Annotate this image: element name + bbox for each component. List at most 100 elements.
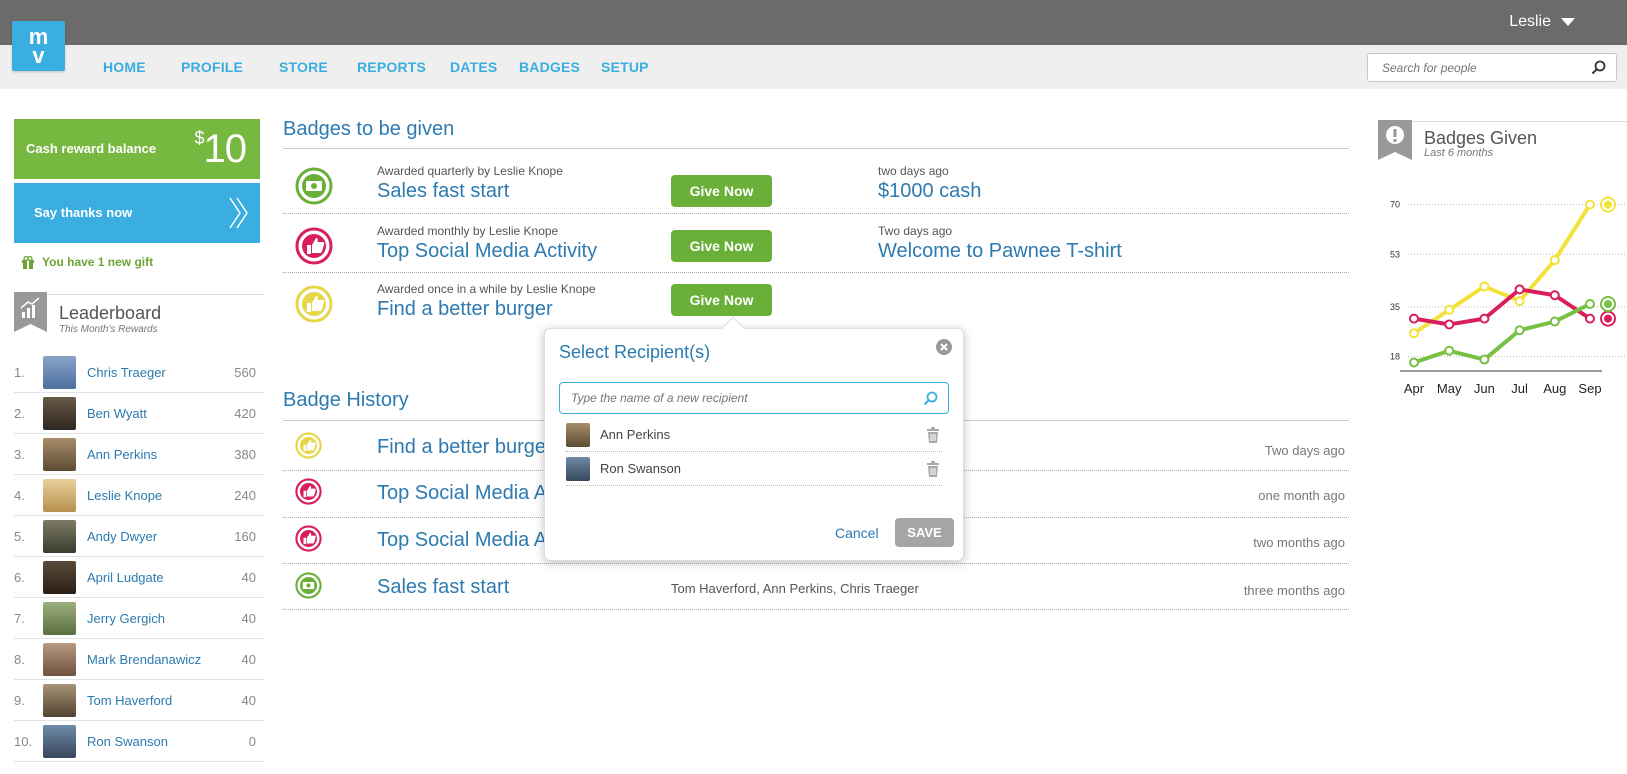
leader-name[interactable]: Leslie Knope [87, 488, 234, 503]
badges-given-subtitle: Last 6 months [1424, 147, 1494, 159]
search-icon[interactable] [1591, 60, 1606, 75]
leaderboard-row[interactable]: 1. Chris Traeger 560 [14, 352, 264, 393]
row-divider [283, 609, 1349, 610]
cancel-button[interactable]: Cancel [835, 525, 879, 541]
recipient-search-input[interactable] [560, 383, 910, 413]
data-point [1549, 316, 1560, 327]
history-time: one month ago [1258, 488, 1345, 503]
leaderboard-row[interactable]: 9. Tom Haverford 40 [14, 680, 264, 721]
leader-name[interactable]: Ron Swanson [87, 734, 249, 749]
nav-dates[interactable]: DATES [450, 59, 497, 75]
x-tick-label: Sep [1578, 381, 1601, 396]
badge-name[interactable]: Sales fast start [377, 180, 509, 203]
history-time: two months ago [1253, 535, 1345, 550]
reward-time: two days ago [878, 164, 949, 178]
give-now-button[interactable]: Give Now [671, 284, 772, 316]
leader-rank: 3. [14, 446, 25, 462]
history-time: three months ago [1243, 583, 1345, 598]
leader-score: 40 [241, 610, 256, 626]
people-search [1367, 53, 1617, 82]
gift-notice[interactable]: You have 1 new gift [22, 255, 153, 269]
burger-badge-icon [295, 285, 333, 323]
leaderboard-row[interactable]: 5. Andy Dwyer 160 [14, 516, 264, 557]
x-tick-label: Aug [1543, 381, 1566, 396]
data-point [1549, 290, 1560, 301]
history-time: Two days ago [1264, 443, 1345, 458]
leader-rank: 1. [14, 364, 25, 380]
leader-name[interactable]: Chris Traeger [87, 365, 234, 380]
leader-name[interactable]: April Ludgate [87, 570, 242, 585]
search-input[interactable] [1368, 54, 1578, 81]
leaderboard-row[interactable]: 4. Leslie Knope 240 [14, 475, 264, 516]
reward-name[interactable]: $1000 cash [878, 180, 981, 203]
leaderboard-row[interactable]: 8. Mark Brendanawicz 40 [14, 639, 264, 680]
row-divider [283, 213, 1349, 214]
data-point [1479, 313, 1490, 324]
nav-badges[interactable]: BADGES [519, 59, 580, 75]
leaderboard-row[interactable]: 2. Ben Wyatt 420 [14, 393, 264, 434]
cash-reward-label: Cash reward balance [26, 141, 157, 156]
popover-title: Select Recipient(s) [559, 342, 711, 362]
data-point [1479, 281, 1490, 292]
row-divider [283, 563, 1349, 564]
data-point [1585, 299, 1595, 309]
leader-score: 560 [234, 364, 256, 380]
trash-icon[interactable] [926, 426, 940, 443]
leader-name[interactable]: Andy Dwyer [87, 529, 234, 544]
history-badge-name[interactable]: Find a better burger [377, 436, 553, 459]
leader-score: 380 [234, 446, 256, 462]
leader-rank: 8. [14, 651, 25, 667]
y-tick-label: 53 [1390, 249, 1400, 259]
leaderboard-row[interactable]: 6. April Ludgate 40 [14, 557, 264, 598]
data-point [1514, 296, 1525, 307]
reward-name[interactable]: Welcome to Pawnee T-shirt [878, 240, 1122, 263]
give-now-button[interactable]: Give Now [671, 230, 772, 262]
give-now-button[interactable]: Give Now [671, 175, 772, 207]
leader-name[interactable]: Mark Brendanawicz [87, 652, 242, 667]
leader-name[interactable]: Ben Wyatt [87, 406, 234, 421]
badge-awarded-by: Awarded quarterly by Leslie Knope [377, 164, 563, 178]
badge-name[interactable]: Top Social Media Activity [377, 240, 597, 263]
logo-text: mv [28, 24, 49, 68]
gift-icon [22, 255, 34, 269]
trash-icon[interactable] [926, 460, 940, 477]
avatar [43, 560, 76, 594]
leader-score: 240 [234, 487, 256, 503]
leaderboard-list: 1. Chris Traeger 560 2. Ben Wyatt 420 3. Ann … [14, 352, 264, 762]
leaderboard-title: Leaderboard [59, 303, 162, 323]
x-tick-label: Apr [1404, 381, 1425, 396]
badges-to-give-title: Badges to be given [283, 118, 455, 140]
say-thanks-label: Say thanks now [34, 205, 133, 220]
search-icon[interactable] [923, 391, 938, 406]
say-thanks-button[interactable]: Say thanks now [14, 183, 260, 243]
nav-profile[interactable]: PROFILE [181, 59, 243, 75]
leaderboard-divider [14, 294, 264, 295]
leader-name[interactable]: Jerry Gergich [87, 611, 242, 626]
alert-badge-icon [1378, 120, 1412, 160]
nav-store[interactable]: STORE [279, 59, 328, 75]
leaderboard-row[interactable]: 3. Ann Perkins 380 [14, 434, 264, 475]
leaderboard-chart-icon [14, 292, 47, 332]
nav-reports[interactable]: REPORTS [357, 59, 426, 75]
data-point [1444, 304, 1455, 315]
close-icon[interactable] [936, 339, 952, 355]
data-point [1479, 354, 1490, 365]
data-point [1585, 313, 1595, 324]
badge-name[interactable]: Find a better burger [377, 298, 553, 321]
user-menu[interactable]: Leslie [1509, 13, 1575, 31]
leaderboard-row[interactable]: 7. Jerry Gergich 40 [14, 598, 264, 639]
save-button[interactable]: SAVE [895, 518, 954, 547]
leader-name[interactable]: Ann Perkins [87, 447, 234, 462]
nav-setup[interactable]: SETUP [601, 59, 649, 75]
badge-awarded-by: Awarded monthly by Leslie Knope [377, 224, 559, 238]
thumbs-up-badge-icon [295, 478, 322, 505]
leaderboard-row[interactable]: 10. Ron Swanson 0 [14, 721, 264, 762]
avatar [566, 456, 590, 481]
leader-name[interactable]: Tom Haverford [87, 693, 242, 708]
nav-home[interactable]: HOME [103, 59, 146, 75]
data-point [1514, 284, 1525, 295]
y-tick-label: 35 [1390, 302, 1400, 312]
leader-score: 40 [241, 569, 256, 585]
history-badge-name[interactable]: Sales fast start [377, 576, 509, 599]
logo[interactable]: mv [12, 21, 65, 71]
